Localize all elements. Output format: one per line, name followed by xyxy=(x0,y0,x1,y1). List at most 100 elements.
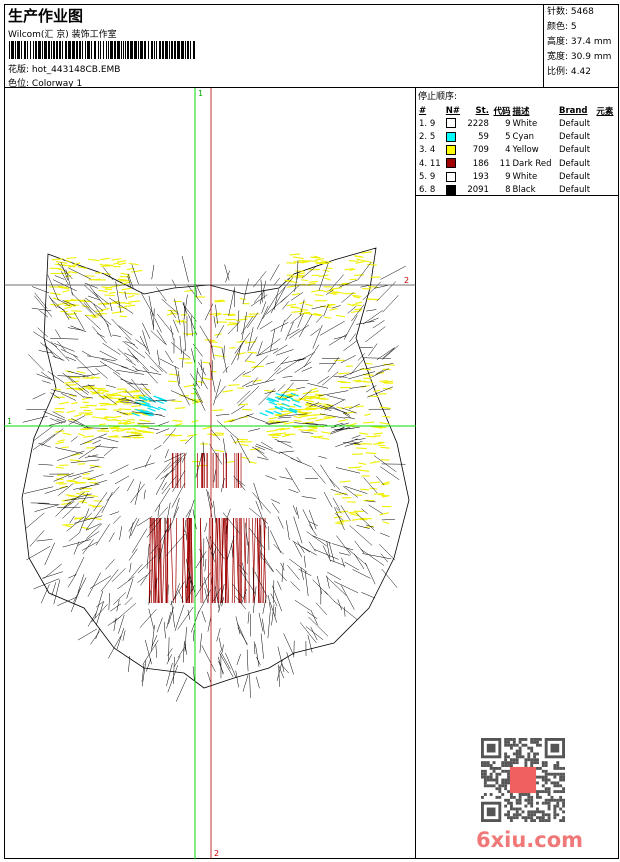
yellow-fill-stitch xyxy=(373,390,380,392)
black-satin-stitch xyxy=(127,579,133,598)
stop-sequence-table: #N#St.代码描述Brand元素 1. 9 2228 9 White Defa… xyxy=(418,104,617,197)
black-satin-stitch xyxy=(165,351,173,363)
element xyxy=(595,170,617,183)
black-satin-stitch xyxy=(349,333,355,342)
black-satin-stitch xyxy=(55,330,60,339)
yellow-fill-stitch xyxy=(309,281,318,282)
yellow-fill-stitch xyxy=(363,422,374,423)
black-satin-stitch xyxy=(236,616,240,634)
yellow-fill-stitch xyxy=(299,302,305,304)
black-satin-stitch xyxy=(123,630,125,640)
black-satin-stitch xyxy=(341,585,354,609)
brand: Default xyxy=(558,144,595,157)
design-info: 针数: 5468 颜色: 5 高度: 37.4 mm 宽度: 30.9 mm 比… xyxy=(544,4,619,88)
black-satin-stitch xyxy=(287,565,299,580)
black-satin-stitch xyxy=(130,563,132,572)
black-satin-stitch xyxy=(109,533,114,542)
yellow-fill-stitch xyxy=(109,427,120,428)
yellow-fill-stitch xyxy=(358,463,366,464)
black-satin-stitch xyxy=(278,516,284,528)
black-satin-stitch xyxy=(319,391,348,396)
yellow-fill-stitch xyxy=(311,388,317,390)
black-satin-stitch xyxy=(279,477,292,480)
black-satin-stitch xyxy=(196,287,197,296)
yellow-fill-stitch xyxy=(128,301,140,302)
yellow-fill-stitch xyxy=(293,257,304,259)
idx: 5. xyxy=(419,172,427,182)
black-satin-stitch xyxy=(380,266,405,279)
yellow-fill-stitch xyxy=(67,411,76,413)
yellow-fill-stitch xyxy=(56,467,64,468)
black-satin-stitch xyxy=(248,327,253,351)
black-satin-stitch xyxy=(92,604,108,622)
black-satin-stitch xyxy=(218,657,223,674)
yellow-fill-stitch xyxy=(215,334,222,335)
barcode-bar xyxy=(48,41,49,59)
black-satin-stitch xyxy=(165,458,182,478)
yellow-fill-stitch xyxy=(379,381,388,382)
black-satin-stitch xyxy=(48,371,64,383)
black-satin-stitch xyxy=(171,391,198,403)
barcode-bar xyxy=(187,41,188,59)
black-satin-stitch xyxy=(284,633,294,655)
black-satin-stitch xyxy=(330,479,340,490)
barcode-bar xyxy=(11,41,13,59)
black-satin-stitch xyxy=(275,278,280,285)
black-satin-stitch xyxy=(168,507,179,533)
black-satin-stitch xyxy=(49,296,57,309)
table-row: 5. 9 193 9 White Default xyxy=(418,170,617,183)
black-satin-stitch xyxy=(89,285,106,308)
color-count: 颜色: 5 xyxy=(547,20,616,35)
code: 4 xyxy=(490,144,512,157)
black-satin-stitch xyxy=(171,326,174,340)
needle: 9 xyxy=(430,119,435,129)
color-swatch xyxy=(446,172,456,182)
yellow-fill-stitch xyxy=(326,268,332,269)
black-satin-stitch xyxy=(132,529,147,553)
black-satin-stitch xyxy=(75,557,84,576)
yellow-fill-stitch xyxy=(373,433,383,434)
black-satin-stitch xyxy=(23,416,48,422)
black-satin-stitch xyxy=(180,336,182,354)
yellow-fill-stitch xyxy=(336,511,348,512)
barcode-bar xyxy=(148,41,149,59)
yellow-fill-stitch xyxy=(55,482,63,483)
black-satin-stitch xyxy=(52,582,56,595)
black-satin-stitch xyxy=(57,451,84,461)
black-satin-stitch xyxy=(119,526,121,540)
yellow-fill-stitch xyxy=(383,522,389,524)
yellow-fill-stitch xyxy=(83,386,94,387)
swatch-cell xyxy=(445,183,463,196)
yellow-fill-stitch xyxy=(100,258,110,259)
design-file: 花版: hot_443148CB.EMB xyxy=(8,62,120,75)
yellow-fill-stitch xyxy=(125,305,136,306)
black-satin-stitch xyxy=(301,432,313,433)
black-satin-stitch xyxy=(131,353,149,371)
black-satin-stitch xyxy=(90,631,99,644)
barcode-bar xyxy=(33,41,34,59)
black-satin-stitch xyxy=(293,541,310,552)
black-satin-stitch xyxy=(302,367,312,371)
code: 5 xyxy=(490,130,512,143)
yellow-fill-stitch xyxy=(300,416,308,418)
black-satin-stitch xyxy=(377,348,395,360)
yellow-fill-stitch xyxy=(355,406,363,407)
needle: 4 xyxy=(430,145,435,155)
yellow-fill-stitch xyxy=(269,418,277,419)
black-satin-stitch xyxy=(37,539,53,541)
barcode-bar xyxy=(156,41,157,59)
yellow-fill-stitch xyxy=(66,258,76,259)
black-satin-stitch xyxy=(351,305,364,322)
black-satin-stitch xyxy=(364,478,378,494)
black-satin-stitch xyxy=(327,395,345,400)
black-satin-stitch xyxy=(147,544,149,569)
description: White xyxy=(512,170,558,183)
yellow-fill-stitch xyxy=(334,516,342,518)
black-satin-stitch xyxy=(365,327,385,343)
column-header: Brand xyxy=(558,104,595,117)
column-header: # xyxy=(418,104,445,117)
needle: 5 xyxy=(430,132,435,142)
black-satin-stitch xyxy=(77,366,107,368)
yellow-fill-stitch xyxy=(237,353,246,355)
stitches: 2228 xyxy=(463,117,490,130)
